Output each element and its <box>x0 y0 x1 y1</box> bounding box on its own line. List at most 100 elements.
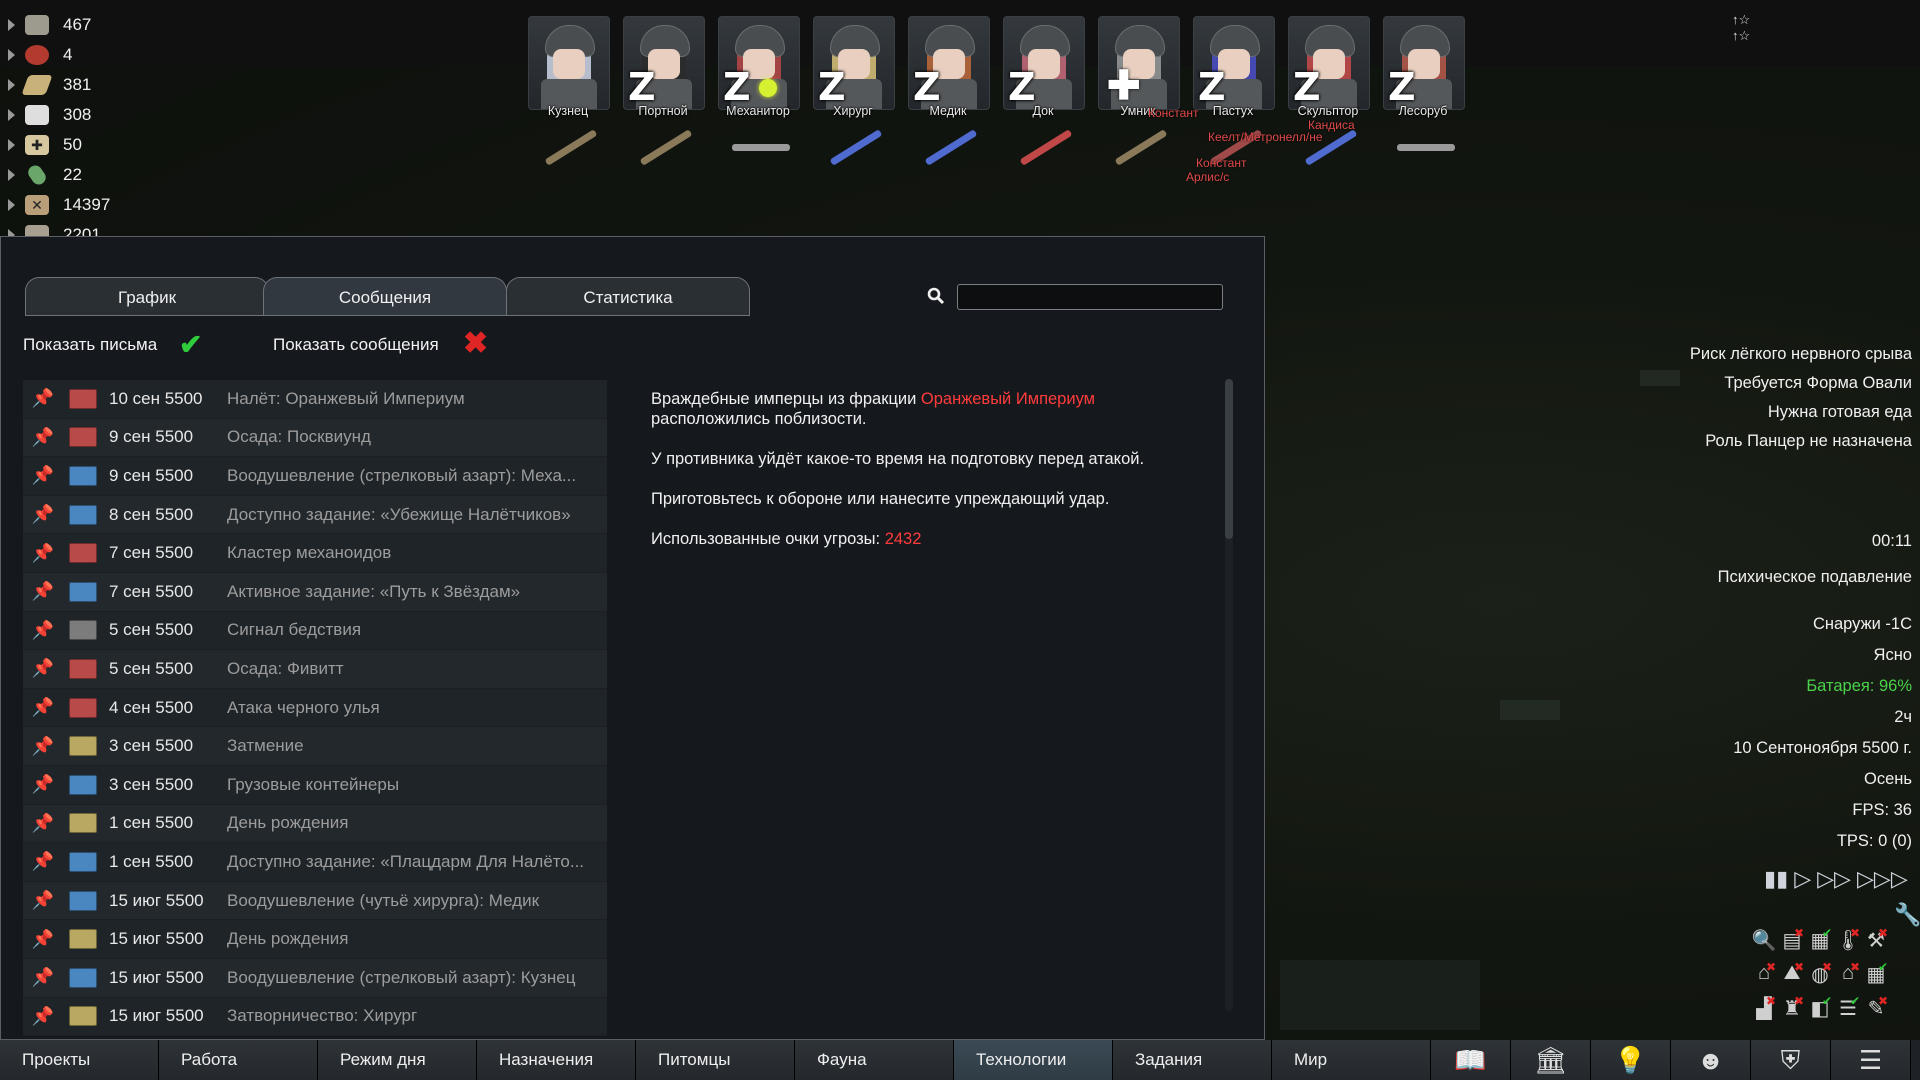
pin-icon[interactable]: 📌 <box>31 929 55 950</box>
search-input[interactable] <box>957 284 1223 310</box>
cover-icon[interactable]: ◧ ✔ <box>1806 994 1834 1028</box>
fast-forward-icon[interactable]: ▷▷ <box>1817 866 1851 891</box>
tab-messages[interactable]: Сообщения <box>263 277 507 316</box>
message-row[interactable]: 📌 4 сен 5500 Атака черного улья <box>23 688 607 728</box>
message-row[interactable]: 📌 9 сен 5500 Воодушевление (стрелковый аза… <box>23 457 607 496</box>
message-row[interactable]: 📌 9 сен 5500 Осада: Посквиунд <box>23 418 607 458</box>
pin-icon[interactable]: 📌 <box>31 813 55 834</box>
message-row[interactable]: 📌 15 июг 5500 День рождения <box>23 920 607 959</box>
tab-schedule[interactable]: График <box>25 277 269 316</box>
pin-icon[interactable]: 📌 <box>31 620 55 641</box>
expand-arrow-icon[interactable] <box>8 169 15 181</box>
message-row[interactable]: 📌 7 сен 5500 Активное задание: «Путь к Звё… <box>23 572 607 612</box>
colonist-portrait[interactable]: Кузнец <box>526 14 610 120</box>
sort-arrows-icon[interactable]: ↑☆ ↑☆ <box>1732 12 1750 44</box>
expand-arrow-icon[interactable] <box>8 139 15 151</box>
tab-quests[interactable]: Задания <box>1113 1040 1272 1080</box>
terrain-icon[interactable]: ⛰ ✖ <box>1778 960 1806 994</box>
pin-icon[interactable]: 📌 <box>31 890 55 911</box>
colonist-portrait[interactable]: Z Пастух <box>1191 14 1275 120</box>
inspect-icon[interactable]: 🔍 <box>1750 928 1778 960</box>
colonist-portrait[interactable]: Z Док <box>1001 14 1085 120</box>
expand-arrow-icon[interactable] <box>8 199 15 211</box>
message-row[interactable]: 📌 7 сен 5500 Кластер механоидов <box>23 534 607 573</box>
resource-row[interactable]: 4 <box>0 40 140 70</box>
message-row[interactable]: 📌 5 сен 5500 Осада: Фивитт <box>23 650 607 689</box>
tab-research[interactable]: Технологии <box>954 1040 1113 1080</box>
expand-arrow-icon[interactable] <box>8 109 15 121</box>
resource-row[interactable]: 381 <box>0 70 140 100</box>
list-icon[interactable]: ☰ ✔ <box>1834 994 1862 1028</box>
pin-icon[interactable]: 📌 <box>31 1006 55 1027</box>
pin-icon[interactable]: 📌 <box>31 736 55 757</box>
grid-icon[interactable]: ▦ ✔ <box>1862 960 1890 994</box>
zone-icon[interactable]: ▦ ✔ <box>1806 926 1834 960</box>
colonist-portrait[interactable]: Z Медик <box>906 14 990 120</box>
pause-icon[interactable]: ▮▮ <box>1764 866 1788 891</box>
alert-item[interactable]: Нужна готовая еда <box>1682 402 1912 422</box>
building-icon[interactable]: ⌂ ✖ <box>1834 960 1862 994</box>
message-row[interactable]: 📌 15 июг 5500 Воодушевление (стрелковый аз… <box>23 958 607 998</box>
stats-icon[interactable]: ▟ ✖ <box>1750 994 1778 1028</box>
message-row[interactable]: 📌 15 июг 5500 Затворничество: Хирург <box>23 997 607 1037</box>
show-letters-checkbox[interactable]: ✔ <box>179 331 202 359</box>
pin-icon[interactable]: 📌 <box>31 581 55 602</box>
tab-world[interactable]: Мир <box>1272 1040 1431 1080</box>
condition-label[interactable]: Психическое подавление <box>1652 559 1912 611</box>
tool-icon[interactable]: ⚒ ✖ <box>1862 926 1890 960</box>
pin-icon[interactable]: 📌 <box>31 388 55 409</box>
scrollbar-thumb[interactable] <box>1225 379 1233 539</box>
resource-row[interactable]: ✚ 50 <box>0 130 140 160</box>
tab-statistics[interactable]: Статистика <box>506 277 750 316</box>
beauty-icon[interactable]: ♜ ✖ <box>1778 994 1806 1028</box>
resource-row[interactable]: 308 <box>0 100 140 130</box>
show-messages-checkbox[interactable]: ✖ <box>463 329 488 359</box>
expand-arrow-icon[interactable] <box>8 79 15 91</box>
pin-icon[interactable]: 📌 <box>31 427 55 448</box>
pin-icon[interactable]: 📌 <box>31 465 55 486</box>
pin-icon[interactable]: 📌 <box>31 543 55 564</box>
lightbulb-icon[interactable]: 💡 <box>1591 1040 1671 1080</box>
resource-row[interactable]: 467 <box>0 10 140 40</box>
world-icon[interactable]: ◍ ✖ <box>1806 960 1834 994</box>
message-row[interactable]: 📌 8 сен 5500 Доступно задание: «Убежище На… <box>23 495 607 535</box>
book-icon[interactable]: 📖 <box>1431 1040 1511 1080</box>
message-row[interactable]: 📌 5 сен 5500 Сигнал бедствия <box>23 611 607 651</box>
tab-assign[interactable]: Назначения <box>477 1040 636 1080</box>
colonist-portrait[interactable]: Z Механитор <box>716 14 800 120</box>
pin-icon[interactable]: 📌 <box>31 851 55 872</box>
expand-arrow-icon[interactable] <box>8 19 15 31</box>
expand-arrow-icon[interactable] <box>8 49 15 61</box>
pin-icon[interactable]: 📌 <box>31 774 55 795</box>
play-icon[interactable]: ▷ <box>1794 866 1811 891</box>
temperature-icon[interactable]: 🌡 ✖ <box>1834 926 1862 960</box>
pin-icon[interactable]: 📌 <box>31 504 55 525</box>
tab-schedule-mode[interactable]: Режим дня <box>318 1040 477 1080</box>
pin-icon[interactable]: 📌 <box>31 697 55 718</box>
pin-icon[interactable]: 📌 <box>31 658 55 679</box>
colonist-portrait[interactable]: Z Скульптор <box>1286 14 1370 120</box>
message-row[interactable]: 📌 15 июг 5500 Воодушевление (чутьё хирурга… <box>23 881 607 921</box>
message-row[interactable]: 📌 1 сен 5500 День рождения <box>23 804 607 844</box>
tab-work[interactable]: Работа <box>159 1040 318 1080</box>
tab-projects[interactable]: Проекты <box>0 1040 159 1080</box>
wrench-icon[interactable]: 🔧 <box>1894 902 1920 928</box>
colonist-portrait[interactable]: Z Хирург <box>811 14 895 120</box>
alert-item[interactable]: Риск лёгкого нервного срыва <box>1682 344 1912 364</box>
resource-row[interactable]: 22 <box>0 160 140 190</box>
colonist-portrait[interactable]: ✚ Умник <box>1096 14 1180 120</box>
pen-icon[interactable]: ✎ ✖ <box>1862 994 1890 1028</box>
tab-fauna[interactable]: Фауна <box>795 1040 954 1080</box>
superfast-icon[interactable]: ▷▷▷ <box>1857 866 1908 891</box>
resource-row[interactable]: 2201 <box>0 220 140 236</box>
tab-pets[interactable]: Питомцы <box>636 1040 795 1080</box>
message-row[interactable]: 📌 3 сен 5500 Грузовые контейнеры <box>23 765 607 805</box>
resource-row[interactable]: ✕ 14397 <box>0 190 140 220</box>
expand-arrow-icon[interactable] <box>8 229 15 236</box>
alert-item[interactable]: Роль Панцер не назначена <box>1682 431 1912 451</box>
colonist-portrait[interactable]: Z Лесоруб <box>1381 14 1465 120</box>
message-row[interactable]: 📌 10 сен 5500 Налёт: Оранжевый Империум <box>23 380 607 419</box>
colonist-portrait[interactable]: Z Портной <box>621 14 705 120</box>
menu-icon[interactable]: ☰ <box>1831 1040 1911 1080</box>
alert-item[interactable]: Требуется Форма Овали <box>1682 373 1912 393</box>
